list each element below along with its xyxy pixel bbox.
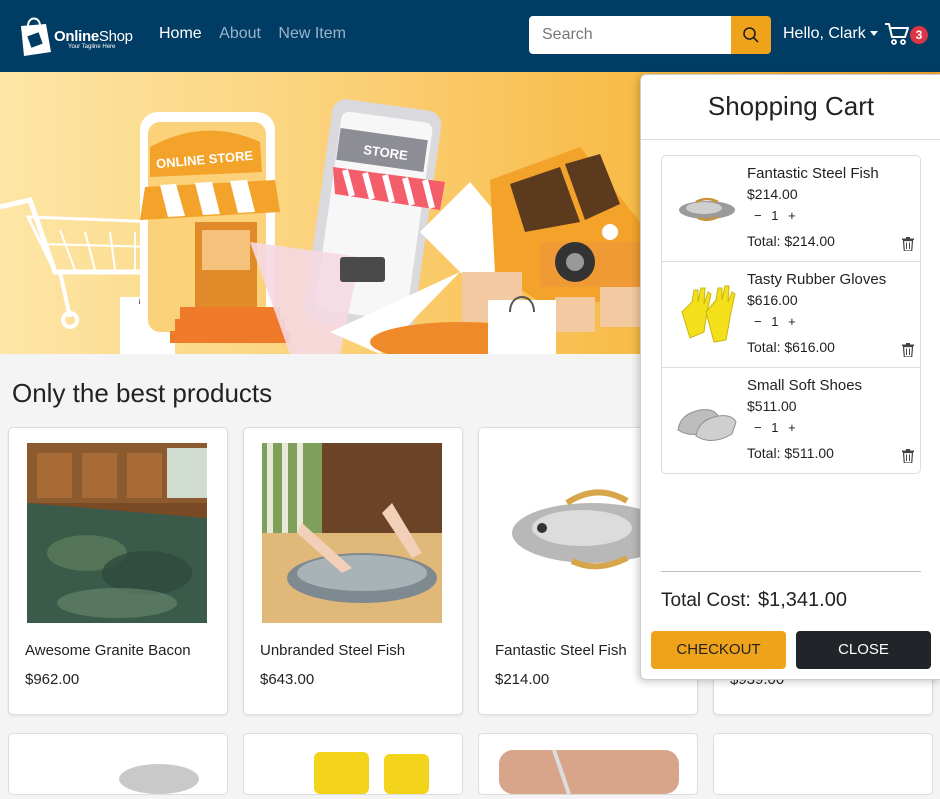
nav-new-item-link[interactable]: New Item — [278, 25, 346, 43]
cart-item-price: $214.00 — [747, 186, 798, 202]
product-price: $643.00 — [260, 671, 315, 688]
cart-item-total: Total: $511.00 — [747, 445, 834, 461]
product-card[interactable] — [713, 733, 933, 795]
navbar: OnlineShop Your Tagline Here Home About … — [0, 0, 940, 72]
caret-down-icon — [869, 31, 878, 37]
cart-item-image — [677, 409, 737, 441]
user-menu-dropdown[interactable]: Hello, Clark — [783, 25, 878, 43]
quantity-value: 1 — [771, 420, 779, 435]
cart-item-name: Small Soft Shoes — [747, 377, 863, 394]
quantity-stepper: − 1 + — [754, 420, 802, 435]
shopping-bag-icon — [21, 17, 51, 56]
product-price: $962.00 — [25, 671, 80, 688]
quantity-value: 1 — [771, 208, 779, 223]
trash-icon[interactable] — [902, 237, 914, 251]
cart-item-total: Total: $214.00 — [747, 233, 835, 249]
cart-item-total: Total: $616.00 — [747, 339, 835, 355]
divider — [641, 139, 940, 140]
cart-item: Tasty Rubber Gloves $616.00 − 1 + Total:… — [662, 262, 920, 368]
close-button[interactable]: CLOSE — [796, 631, 931, 669]
product-name: Unbranded Steel Fish — [260, 642, 406, 659]
increase-quantity-button[interactable]: + — [788, 314, 796, 329]
increase-quantity-button[interactable]: + — [788, 208, 796, 223]
product-card[interactable]: Unbranded Steel Fish $643.00 — [243, 427, 463, 715]
shopping-cart-panel: Shopping Cart Fantastic Steel Fish $214.… — [640, 74, 940, 680]
nav-home-link[interactable]: Home — [159, 25, 202, 43]
divider — [661, 571, 921, 572]
brand-logo[interactable]: OnlineShop Your Tagline Here — [18, 10, 148, 62]
quantity-value: 1 — [771, 314, 779, 329]
product-card[interactable]: Awesome Granite Bacon $962.00 — [8, 427, 228, 715]
nav-about-link[interactable]: About — [219, 25, 261, 43]
cart-item-name: Tasty Rubber Gloves — [747, 271, 887, 288]
total-cost-value: $1,341.00 — [758, 589, 847, 611]
product-image — [262, 443, 442, 623]
total-cost-label: Total Cost: — [661, 590, 751, 611]
product-price: $214.00 — [495, 671, 550, 688]
quantity-stepper: − 1 + — [754, 208, 802, 223]
nav-links: Home About New Item — [159, 25, 359, 43]
cart-count-badge: 3 — [910, 26, 928, 44]
decrease-quantity-button[interactable]: − — [754, 420, 762, 435]
quantity-stepper: − 1 + — [754, 314, 802, 329]
cart-item-image — [679, 197, 735, 221]
section-title: Only the best products — [12, 378, 273, 408]
cart-title: Shopping Cart — [707, 91, 875, 121]
cart-icon[interactable] — [884, 21, 910, 47]
online-store-illustration: ONLINE STORE — [140, 112, 290, 343]
search-input[interactable] — [529, 16, 731, 54]
cart-item-image — [681, 285, 736, 343]
decrease-quantity-button[interactable]: − — [754, 314, 762, 329]
product-image — [314, 752, 429, 794]
cart-item: Fantastic Steel Fish $214.00 − 1 + Total… — [662, 156, 920, 262]
increase-quantity-button[interactable]: + — [788, 420, 796, 435]
product-name: Awesome Granite Bacon — [25, 642, 191, 659]
product-card[interactable] — [478, 733, 698, 795]
product-image — [499, 749, 679, 795]
trash-icon[interactable] — [902, 343, 914, 357]
search-button[interactable] — [731, 16, 771, 54]
cart-item-name: Fantastic Steel Fish — [747, 165, 879, 182]
cart-item-price: $616.00 — [747, 292, 798, 308]
cart-item-price: $511.00 — [747, 398, 797, 414]
cart-item-list: Fantastic Steel Fish $214.00 − 1 + Total… — [661, 155, 921, 474]
search-form — [529, 16, 771, 54]
search-icon — [743, 27, 759, 43]
product-name: Fantastic Steel Fish — [495, 642, 627, 659]
brand-tagline: Your Tagline Here — [68, 44, 116, 50]
cart-item: Small Soft Shoes $511.00 − 1 + Total: $5… — [662, 368, 920, 473]
product-image — [119, 764, 199, 794]
product-card[interactable] — [243, 733, 463, 795]
user-greeting: Hello, Clark — [783, 25, 866, 42]
product-card[interactable] — [8, 733, 228, 795]
trash-icon[interactable] — [902, 449, 914, 463]
product-image — [27, 443, 207, 623]
brand-name: OnlineShop — [54, 28, 133, 45]
decrease-quantity-button[interactable]: − — [754, 208, 762, 223]
checkout-button[interactable]: CHECKOUT — [651, 631, 786, 669]
